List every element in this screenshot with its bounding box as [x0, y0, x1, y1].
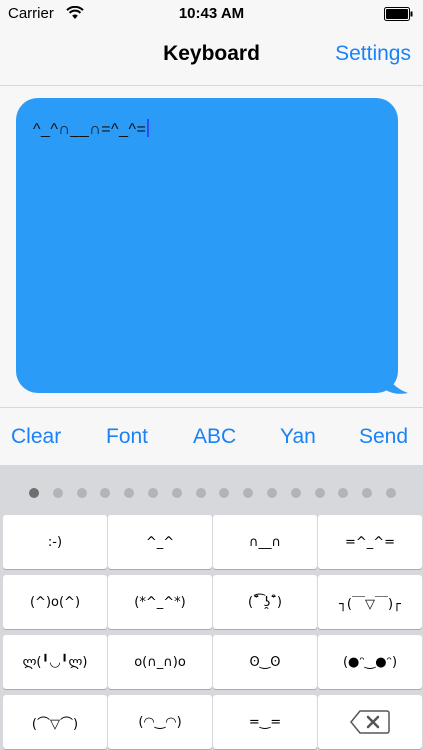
editor-area: ^_^∩__∩=^_^= — [0, 87, 423, 407]
emoticon-key[interactable]: (⌒▽⌒) — [3, 695, 107, 749]
message-text: ^_^∩__∩=^_^= — [33, 121, 147, 138]
page-dot[interactable] — [362, 488, 373, 498]
page-dot[interactable] — [267, 488, 277, 498]
clock: 10:43 AM — [178, 5, 245, 22]
message-bubble[interactable]: ^_^∩__∩=^_^= — [16, 98, 398, 393]
navigation-bar: Keyboard Settings — [0, 28, 423, 86]
page-dot[interactable] — [171, 488, 182, 498]
abc-button[interactable]: ABC — [193, 425, 236, 449]
settings-button[interactable]: Settings — [335, 42, 411, 66]
message-text-field[interactable]: ^_^∩__∩=^_^= — [33, 119, 150, 139]
emoticon-key[interactable]: ^_^ — [108, 515, 212, 569]
text-caret — [147, 119, 150, 137]
page-dot[interactable] — [243, 488, 254, 498]
page-dot[interactable] — [148, 488, 158, 498]
page-dot[interactable] — [386, 488, 396, 498]
page-dot[interactable] — [195, 488, 206, 498]
emoticon-key[interactable]: (¯͒͡ ʖ̯¯͒) — [213, 575, 317, 629]
page-dot[interactable] — [100, 488, 111, 498]
send-button[interactable]: Send — [359, 425, 408, 449]
emoticon-key[interactable]: ┐(￣▽￣)┌ — [318, 575, 422, 629]
delete-key[interactable] — [318, 695, 422, 749]
page-dot[interactable] — [52, 488, 63, 498]
emoticon-keyboard: :-) ^_^ ∩__∩ =^_^= (^)o(^) (*^_^*) (¯͒͡ … — [0, 465, 423, 750]
yan-button[interactable]: Yan — [280, 425, 316, 449]
emoticon-key[interactable]: (◠‿◠) — [108, 695, 212, 749]
emoticon-key[interactable]: (*^_^*) — [108, 575, 212, 629]
emoticon-key[interactable]: ∩__∩ — [213, 515, 317, 569]
emoticon-key[interactable]: ლ(╹◡╹ლ) — [3, 635, 107, 689]
page-dot[interactable] — [290, 488, 301, 498]
page-dot[interactable] — [338, 488, 349, 498]
page-dot[interactable] — [219, 488, 230, 498]
action-toolbar: Clear Font ABC Yan Send — [0, 407, 423, 465]
bubble-tail-icon — [384, 363, 408, 394]
page-dot[interactable] — [124, 488, 135, 498]
font-button[interactable]: Font — [106, 425, 148, 449]
battery-icon — [384, 7, 413, 21]
delete-icon — [350, 710, 390, 734]
status-bar: Carrier 10:43 AM — [0, 0, 423, 28]
clear-button[interactable]: Clear — [11, 425, 61, 449]
page-dot[interactable] — [29, 488, 39, 498]
emoticon-key[interactable]: (●ᵔ‿●ᵔ) — [318, 635, 422, 689]
page-dot[interactable] — [76, 488, 87, 498]
emoticon-key[interactable]: :-) — [3, 515, 107, 569]
page-dot[interactable] — [314, 488, 325, 498]
emoticon-key[interactable]: =‿= — [213, 695, 317, 749]
emoticon-key[interactable]: =^_^= — [318, 515, 422, 569]
emoticon-key[interactable]: o(∩_∩)o — [108, 635, 212, 689]
page-indicator[interactable] — [0, 488, 423, 500]
emoticon-key[interactable]: ʘ‿ʘ — [213, 635, 317, 689]
emoticon-key[interactable]: (^)o(^) — [3, 575, 107, 629]
